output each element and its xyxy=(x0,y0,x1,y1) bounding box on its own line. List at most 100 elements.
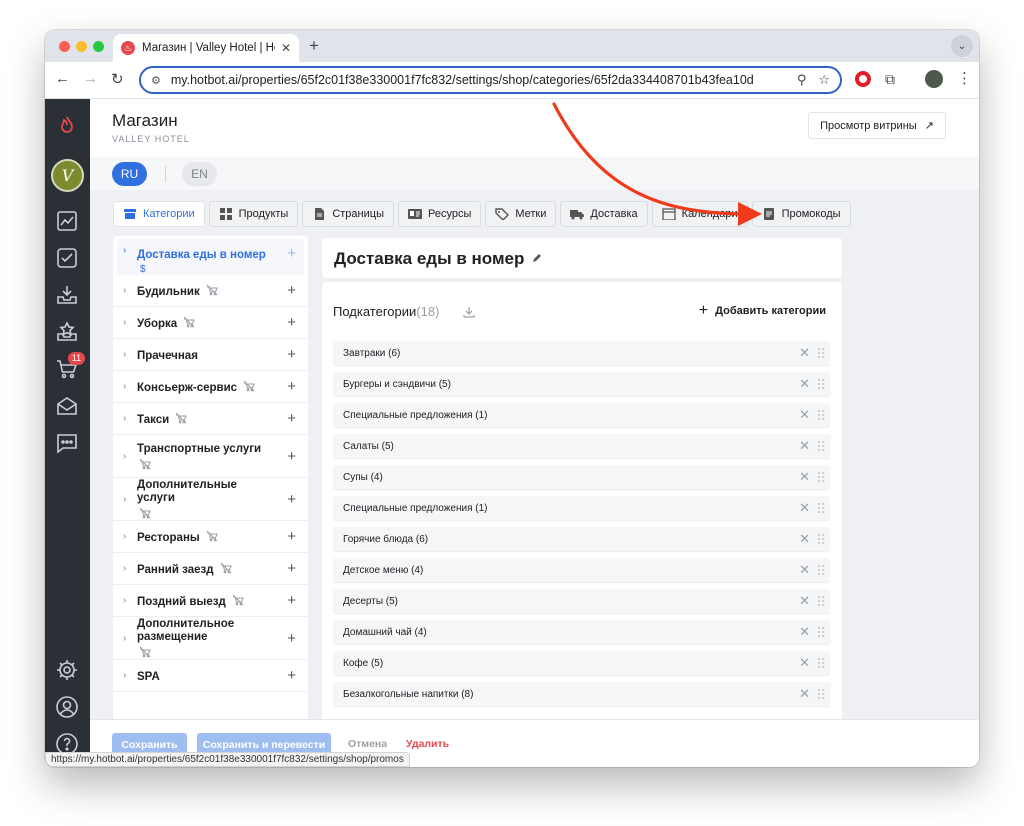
profile-avatar-icon[interactable] xyxy=(925,70,943,88)
drag-handle-icon[interactable] xyxy=(818,689,824,699)
chevron-right-icon[interactable]: › xyxy=(123,413,126,424)
category-item[interactable]: › Поздний выезд + xyxy=(113,585,308,617)
edit-pencil-icon[interactable] xyxy=(531,251,543,263)
reviews-star-icon[interactable] xyxy=(54,319,80,345)
subcategory-row[interactable]: Специальные предложения (1) ✕ xyxy=(333,496,830,520)
category-item[interactable]: › Транспортные услуги + xyxy=(113,435,308,478)
hotbot-logo-icon[interactable] xyxy=(54,113,80,139)
drag-handle-icon[interactable] xyxy=(818,596,824,606)
new-tab-icon[interactable]: + xyxy=(309,36,319,56)
add-subcategory-icon[interactable]: + xyxy=(287,491,296,508)
add-subcategory-icon[interactable]: + xyxy=(287,378,296,395)
delete-button[interactable]: Удалить xyxy=(406,738,449,750)
property-avatar[interactable]: V xyxy=(51,159,84,192)
drag-handle-icon[interactable] xyxy=(818,472,824,482)
subcategory-row[interactable]: Салаты (5) ✕ xyxy=(333,434,830,458)
category-item[interactable]: › Будильник + xyxy=(113,275,308,307)
add-subcategory-icon[interactable]: + xyxy=(287,630,296,647)
storefront-preview-button[interactable]: Просмотр витрины ↗ xyxy=(808,112,946,139)
language-en-button[interactable]: EN xyxy=(182,162,217,186)
chat-icon[interactable] xyxy=(54,430,80,456)
cancel-button[interactable]: Отмена xyxy=(348,738,387,750)
subcategory-row[interactable]: Супы (4) ✕ xyxy=(333,465,830,489)
browser-menu-icon[interactable]: ⋮ xyxy=(957,69,972,87)
subcategory-row[interactable]: Бургеры и сэндвичи (5) ✕ xyxy=(333,372,830,396)
tab-grid[interactable]: Продукты xyxy=(208,201,299,227)
address-bar[interactable]: ⚙ my.hotbot.ai/properties/65f2c01f38e330… xyxy=(139,66,842,94)
drag-handle-icon[interactable] xyxy=(818,565,824,575)
add-subcategory-icon[interactable]: + xyxy=(287,592,296,609)
drag-handle-icon[interactable] xyxy=(818,658,824,668)
subcategory-row[interactable]: Кофе (5) ✕ xyxy=(333,651,830,675)
analytics-icon[interactable] xyxy=(54,208,80,234)
chevron-right-icon[interactable]: › xyxy=(123,349,126,360)
remove-icon[interactable]: ✕ xyxy=(799,624,810,640)
language-ru-button[interactable]: RU xyxy=(112,162,147,186)
chevron-right-icon[interactable]: › xyxy=(123,670,126,681)
close-tab-icon[interactable]: ✕ xyxy=(281,41,291,55)
subcategory-row[interactable]: Безалкогольные напитки (8) ✕ xyxy=(333,682,830,706)
remove-icon[interactable]: ✕ xyxy=(799,469,810,485)
remove-icon[interactable]: ✕ xyxy=(799,531,810,547)
maximize-window-button[interactable] xyxy=(93,41,104,52)
reload-icon[interactable]: ↻ xyxy=(111,70,124,88)
add-subcategory-icon[interactable]: + xyxy=(287,528,296,545)
site-settings-icon[interactable]: ⚙ xyxy=(151,74,161,87)
drag-handle-icon[interactable] xyxy=(818,441,824,451)
settings-gear-icon[interactable] xyxy=(54,657,80,683)
chevron-right-icon[interactable]: › xyxy=(123,317,126,328)
category-item[interactable]: › Такси + xyxy=(113,403,308,435)
tasks-check-icon[interactable] xyxy=(54,245,80,271)
close-window-button[interactable] xyxy=(59,41,70,52)
tab-promo[interactable]: Промокоды xyxy=(751,201,851,227)
chevron-right-icon[interactable]: › xyxy=(123,494,126,505)
mail-icon[interactable] xyxy=(54,393,80,419)
subcategory-row[interactable]: Детское меню (4) ✕ xyxy=(333,558,830,582)
remove-icon[interactable]: ✕ xyxy=(799,438,810,454)
add-subcategory-icon[interactable]: + xyxy=(287,245,296,262)
tab-resource[interactable]: Ресурсы xyxy=(397,201,482,227)
tab-truck[interactable]: Доставка xyxy=(560,201,648,227)
tab-tag[interactable]: Метки xyxy=(485,201,557,227)
chevron-right-icon[interactable]: › xyxy=(123,595,126,606)
subcategory-row[interactable]: Завтраки (6) ✕ xyxy=(333,341,830,365)
remove-icon[interactable]: ✕ xyxy=(799,655,810,671)
drag-handle-icon[interactable] xyxy=(818,379,824,389)
subcategory-row[interactable]: Специальные предложения (1) ✕ xyxy=(333,403,830,427)
add-subcategory-icon[interactable]: + xyxy=(287,410,296,427)
tab-calendar[interactable]: Календари xyxy=(651,201,748,227)
add-subcategory-icon[interactable]: + xyxy=(287,346,296,363)
drag-handle-icon[interactable] xyxy=(818,627,824,637)
chevron-right-icon[interactable]: › xyxy=(123,531,126,542)
subcategory-row[interactable]: Десерты (5) ✕ xyxy=(333,589,830,613)
category-item[interactable]: › Дополнительные услуги + xyxy=(113,478,308,521)
drag-handle-icon[interactable] xyxy=(818,410,824,420)
category-item[interactable]: › Консьерж-сервис + xyxy=(113,371,308,403)
extensions-puzzle-icon[interactable]: ⧉ xyxy=(885,71,895,88)
chevron-right-icon[interactable]: › xyxy=(123,381,126,392)
remove-icon[interactable]: ✕ xyxy=(799,345,810,361)
forward-arrow-icon[interactable]: → xyxy=(83,70,98,87)
category-item[interactable]: › Доставка еды в номер $ + xyxy=(117,239,304,275)
category-item[interactable]: › Уборка + xyxy=(113,307,308,339)
remove-icon[interactable]: ✕ xyxy=(799,686,810,702)
category-item[interactable]: › Прачечная + xyxy=(113,339,308,371)
chevron-right-icon[interactable]: › xyxy=(123,563,126,574)
chevron-right-icon[interactable]: › xyxy=(123,633,126,644)
subcategory-row[interactable]: Домашний чай (4) ✕ xyxy=(333,620,830,644)
drag-handle-icon[interactable] xyxy=(818,534,824,544)
add-subcategory-icon[interactable]: + xyxy=(287,560,296,577)
chevron-down-icon[interactable]: ⌄ xyxy=(951,35,973,57)
category-item[interactable]: › Дополнительное размещение + xyxy=(113,617,308,660)
remove-icon[interactable]: ✕ xyxy=(799,562,810,578)
chevron-right-icon[interactable]: › xyxy=(123,285,126,296)
back-arrow-icon[interactable]: ← xyxy=(55,70,70,87)
minimize-window-button[interactable] xyxy=(76,41,87,52)
opera-extension-icon[interactable] xyxy=(855,71,871,87)
add-subcategory-icon[interactable]: + xyxy=(287,667,296,684)
add-subcategory-icon[interactable]: + xyxy=(287,448,296,465)
zoom-icon[interactable]: ⚲ xyxy=(797,72,807,88)
category-item[interactable]: › SPA + xyxy=(113,660,308,692)
download-icon[interactable] xyxy=(463,305,475,318)
remove-icon[interactable]: ✕ xyxy=(799,376,810,392)
